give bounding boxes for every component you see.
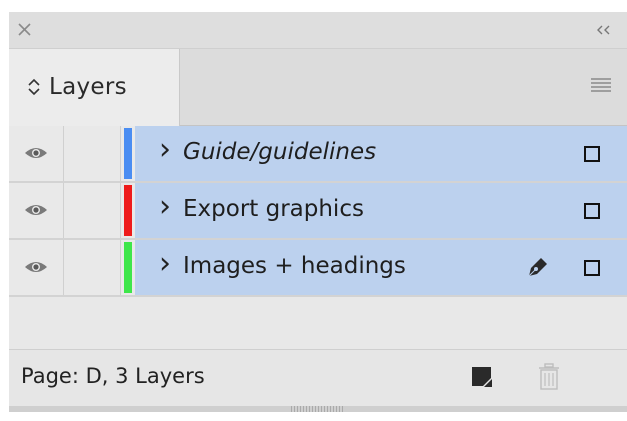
lock-toggle[interactable] — [64, 126, 121, 181]
trash-icon[interactable] — [536, 362, 562, 392]
pen-icon — [528, 258, 547, 277]
chevron-right-icon[interactable]: › — [159, 189, 171, 224]
menu-icon[interactable] — [589, 76, 613, 94]
panel-titlebar — [9, 12, 627, 49]
select-items-checkbox[interactable] — [584, 203, 600, 219]
visibility-toggle[interactable] — [9, 183, 64, 238]
visibility-toggle[interactable] — [9, 240, 64, 295]
new-layer-icon[interactable] — [469, 364, 495, 390]
layer-color-swatch — [124, 128, 132, 179]
layer-name-area[interactable]: › Images + headings — [135, 240, 627, 295]
layer-name: Images + headings — [183, 253, 406, 279]
layer-name: Export graphics — [183, 196, 364, 222]
close-icon[interactable] — [15, 19, 35, 39]
updown-arrows-icon — [28, 78, 40, 96]
select-items-checkbox[interactable] — [584, 260, 600, 276]
layer-row[interactable]: › Guide/guidelines — [9, 126, 627, 183]
select-items-checkbox[interactable] — [584, 146, 600, 162]
layer-name-area[interactable]: › Export graphics — [135, 183, 627, 238]
layer-name: Guide/guidelines — [183, 139, 377, 165]
tab-layers-label: Layers — [49, 74, 127, 100]
status-text: Page: D, 3 Layers — [21, 364, 205, 388]
resize-grip[interactable] — [291, 406, 343, 412]
layer-row[interactable]: › Images + headings — [9, 240, 627, 297]
lock-toggle[interactable] — [64, 183, 121, 238]
chevron-right-icon[interactable]: › — [159, 246, 171, 281]
tab-layers[interactable]: Layers — [9, 49, 180, 126]
eye-icon — [25, 148, 47, 158]
eye-icon — [25, 205, 47, 215]
layer-list: › Guide/guidelines › Export graphics › Images… — [9, 126, 627, 297]
layers-panel: Layers › Guide/guidelines › Export graphics… — [9, 12, 627, 412]
layer-list-empty-space[interactable] — [9, 297, 627, 350]
layer-row[interactable]: › Export graphics — [9, 183, 627, 240]
panel-tabbar: Layers — [9, 49, 627, 126]
chevron-right-icon[interactable]: › — [159, 132, 171, 167]
visibility-toggle[interactable] — [9, 126, 64, 181]
eye-icon — [25, 262, 47, 272]
layer-color-swatch — [124, 242, 132, 293]
layer-name-area[interactable]: › Guide/guidelines — [135, 126, 627, 181]
panel-footer: Page: D, 3 Layers — [9, 350, 627, 406]
layer-color-swatch — [124, 185, 132, 236]
lock-toggle[interactable] — [64, 240, 121, 295]
resize-strip — [9, 406, 627, 412]
collapse-icon[interactable] — [595, 24, 613, 36]
